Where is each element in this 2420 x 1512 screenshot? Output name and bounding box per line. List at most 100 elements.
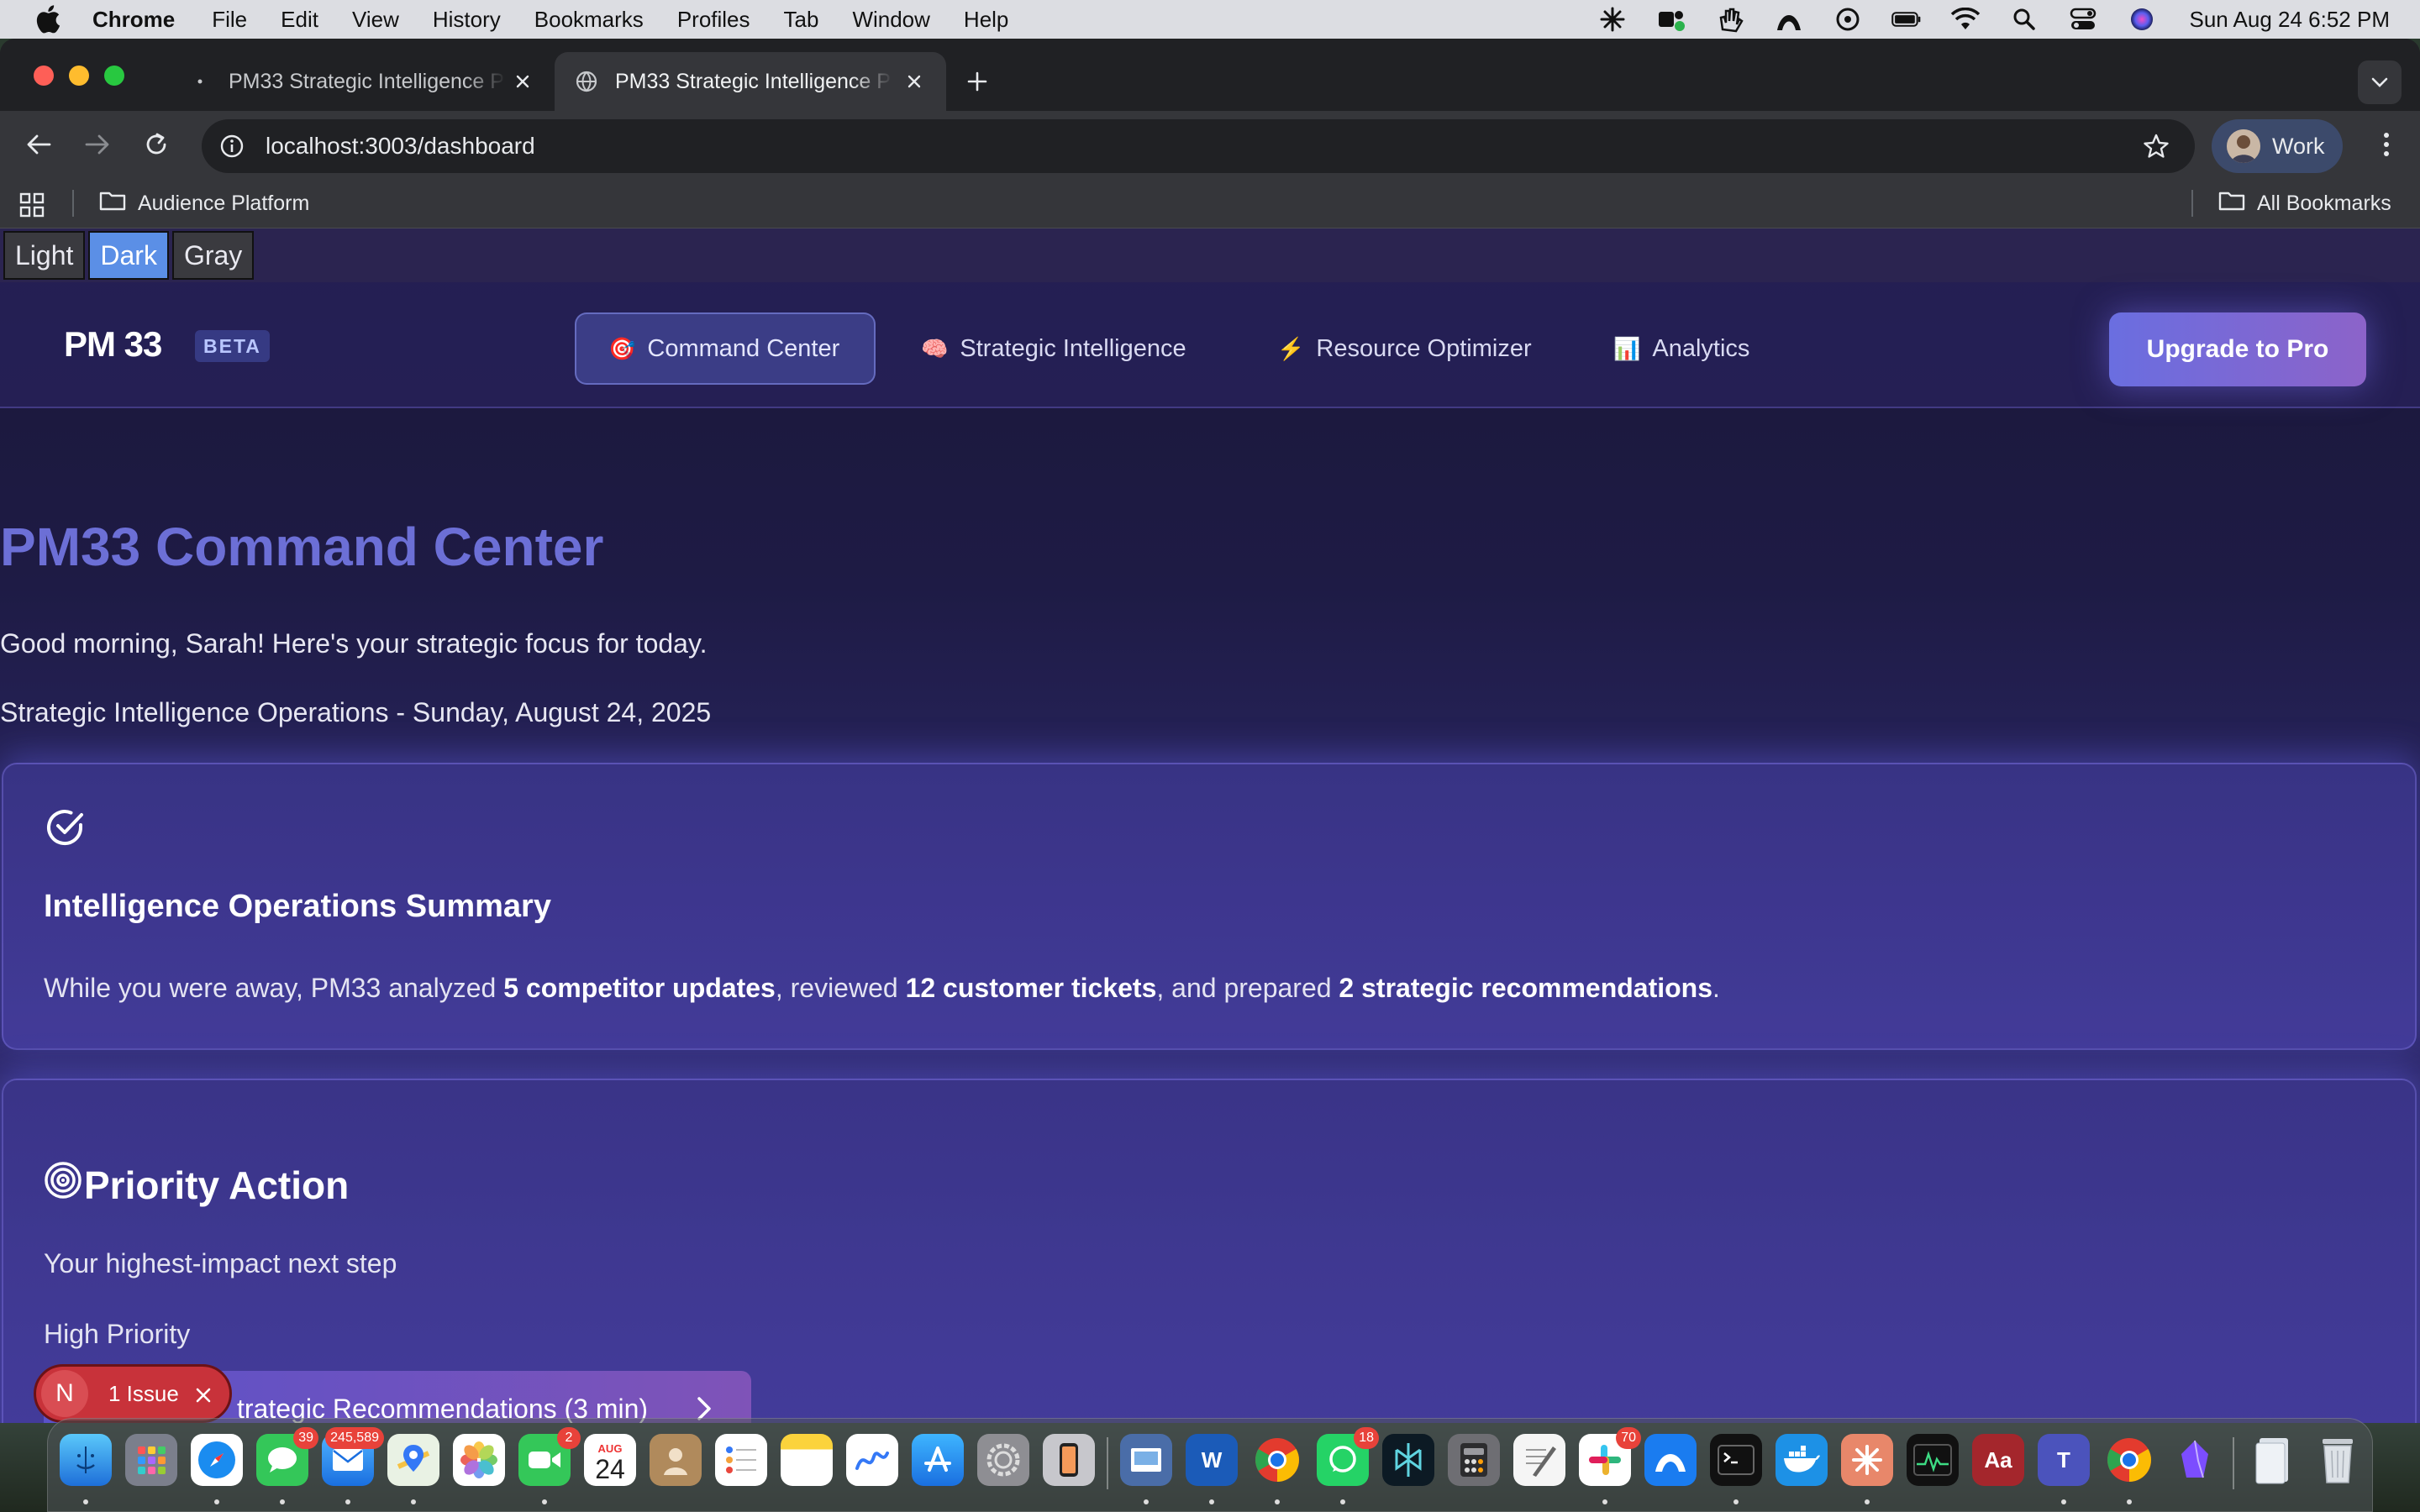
slack-icon[interactable]: 70 (1579, 1427, 1641, 1486)
dictionary-icon[interactable]: Aa (1972, 1434, 2024, 1486)
new-tab-plus-icon[interactable] (963, 67, 992, 96)
spotlight-search-icon[interactable] (2009, 6, 2039, 33)
stat-customer-tickets: 12 customer tickets (905, 973, 1157, 1003)
sparkle-status-icon[interactable] (1597, 6, 1628, 33)
nextjs-issues-overlay[interactable]: N 1 Issue (34, 1364, 232, 1423)
menu-tab[interactable]: Tab (784, 7, 819, 33)
menu-view[interactable]: View (352, 7, 399, 33)
chrome-profile-icon[interactable] (2103, 1434, 2155, 1486)
launchpad-icon[interactable] (125, 1434, 177, 1486)
obsidian-icon[interactable] (2169, 1434, 2221, 1486)
maps-icon[interactable] (387, 1434, 439, 1486)
textedit-icon[interactable] (1513, 1434, 1565, 1486)
url-text[interactable]: localhost:3003/dashboard (266, 133, 535, 160)
facetime-badge: 2 (557, 1427, 581, 1449)
nav-analytics[interactable]: 📊 Analytics (1613, 312, 1749, 385)
chrome-menu-icon[interactable] (2370, 128, 2403, 161)
control-center-icon[interactable] (2068, 6, 2098, 33)
finder-icon[interactable] (60, 1434, 112, 1486)
bookmark-star-icon[interactable] (2141, 131, 2171, 161)
menu-clock[interactable]: Sun Aug 24 6:52 PM (2189, 7, 2390, 33)
mail-icon[interactable]: 245,589 (322, 1427, 384, 1486)
whatsapp-icon[interactable]: 18 (1317, 1427, 1379, 1486)
claude-icon[interactable] (1841, 1434, 1893, 1486)
photos-icon[interactable] (453, 1434, 505, 1486)
freeform-icon[interactable] (846, 1434, 898, 1486)
downloads-stack-icon[interactable] (2248, 1434, 2300, 1486)
activity-monitor-icon[interactable] (1907, 1434, 1959, 1486)
system-settings-icon[interactable] (977, 1434, 1029, 1486)
iphone-mirroring-icon[interactable] (1043, 1434, 1095, 1486)
trash-icon[interactable] (2312, 1434, 2364, 1486)
apple-icon[interactable] (32, 3, 64, 35)
minimize-window-button[interactable] (69, 66, 89, 86)
nav-strategic-intelligence[interactable]: 🧠 Strategic Intelligence (921, 312, 1186, 385)
reload-icon[interactable] (139, 128, 173, 161)
address-bar[interactable]: localhost:3003/dashboard (202, 119, 2195, 173)
facetime-icon[interactable]: 2 (518, 1427, 581, 1486)
perplexity-icon[interactable] (1382, 1434, 1434, 1486)
priority-title: Priority Action (84, 1163, 350, 1207)
upgrade-to-pro-button[interactable]: Upgrade to Pro (2109, 312, 2366, 386)
tab-close-icon[interactable] (902, 70, 926, 93)
apps-grid-icon[interactable] (18, 192, 45, 218)
reminders-icon[interactable] (715, 1434, 767, 1486)
siri-icon[interactable] (2127, 6, 2157, 33)
bookmarks-divider (72, 190, 74, 217)
microsoft-teams-icon[interactable]: T (2038, 1434, 2090, 1486)
safari-icon[interactable] (191, 1434, 243, 1486)
tab-search-chevron-icon[interactable] (2358, 60, 2402, 104)
tab-close-icon[interactable] (511, 70, 534, 93)
theme-light-button[interactable]: Light (3, 231, 86, 280)
back-arrow-icon[interactable] (22, 128, 55, 161)
nav-command-center[interactable]: 🎯 Command Center (575, 312, 876, 385)
profile-label: Work (2272, 133, 2325, 159)
docker-icon[interactable] (1776, 1434, 1828, 1486)
arc-status-icon[interactable] (1774, 6, 1804, 33)
app-store-icon[interactable] (912, 1434, 964, 1486)
close-icon[interactable] (194, 1384, 213, 1403)
close-window-button[interactable] (34, 66, 54, 86)
hand-status-icon[interactable] (1715, 6, 1745, 33)
bookmark-folder-audience-platform[interactable]: Audience Platform (99, 178, 309, 228)
greeting-text: Good morning, Sarah! Here's your strateg… (0, 628, 708, 659)
running-indicator (1340, 1499, 1345, 1504)
terminal-icon[interactable] (1710, 1434, 1762, 1486)
notes-icon[interactable] (781, 1434, 833, 1486)
menu-help[interactable]: Help (964, 7, 1008, 33)
calendar-icon[interactable]: AUG 24 (584, 1434, 636, 1486)
menu-app-name[interactable]: Chrome (92, 7, 175, 33)
page-title: PM33 Command Center (0, 517, 604, 577)
menu-bookmarks[interactable]: Bookmarks (534, 7, 644, 33)
zoom-window-button[interactable] (104, 66, 124, 86)
menu-profiles[interactable]: Profiles (677, 7, 750, 33)
teams-status-icon[interactable] (1656, 6, 1686, 33)
profile-button[interactable]: Work (2212, 119, 2343, 173)
messages-icon[interactable]: 39 (256, 1427, 318, 1486)
battery-icon[interactable] (1891, 6, 1922, 33)
preview-icon[interactable] (1120, 1434, 1172, 1486)
calculator-icon[interactable] (1448, 1434, 1500, 1486)
word-icon[interactable]: W (1186, 1434, 1238, 1486)
menu-file[interactable]: File (212, 7, 247, 33)
running-indicator (1275, 1499, 1280, 1504)
tab-active[interactable]: PM33 Strategic Intelligence P (555, 52, 946, 111)
tab-inactive[interactable]: PM33 Strategic Intelligence P (168, 52, 555, 111)
chrome-icon[interactable] (1251, 1434, 1303, 1486)
arc-browser-icon[interactable] (1644, 1434, 1697, 1486)
forward-arrow-icon[interactable] (81, 128, 114, 161)
menu-edit[interactable]: Edit (281, 7, 318, 33)
menu-window[interactable]: Window (852, 7, 929, 33)
pm33-logo[interactable]: PM 33 (64, 324, 162, 365)
contacts-icon[interactable] (650, 1434, 702, 1486)
asterisk-status-icon[interactable] (1833, 6, 1863, 33)
all-bookmarks-button[interactable]: All Bookmarks (2218, 178, 2391, 228)
wifi-icon[interactable] (1950, 6, 1981, 33)
date-subline: Strategic Intelligence Operations - Sund… (0, 697, 712, 727)
lightning-emoji-icon: ⚡ (1277, 335, 1305, 361)
theme-gray-button[interactable]: Gray (171, 231, 255, 280)
menu-history[interactable]: History (433, 7, 501, 33)
theme-dark-button[interactable]: Dark (88, 231, 169, 280)
site-info-icon[interactable] (217, 131, 247, 161)
nav-resource-optimizer[interactable]: ⚡ Resource Optimizer (1277, 312, 1532, 385)
